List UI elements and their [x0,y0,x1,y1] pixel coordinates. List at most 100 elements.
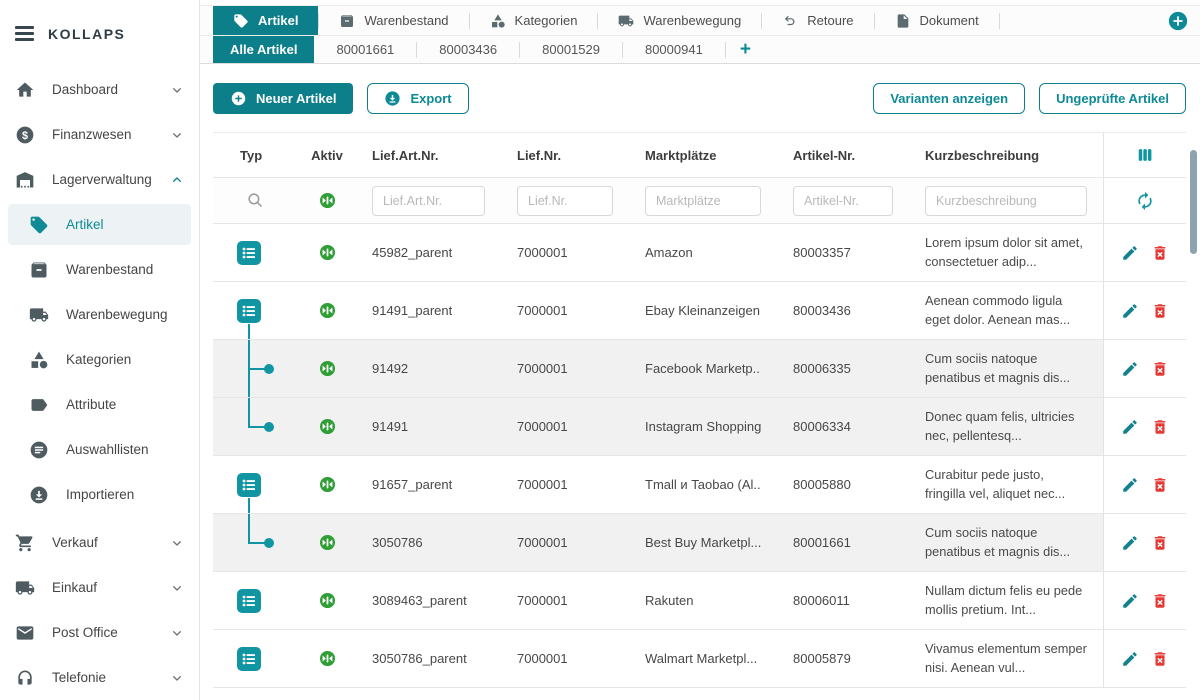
subtab-label: 80001661 [336,42,394,57]
delete-button[interactable] [1151,592,1169,610]
article-type-icon[interactable] [236,646,262,672]
sidebar-item-artikel[interactable]: Artikel [0,202,199,247]
tree-node-dot [264,364,274,374]
content: Neuer Artikel Export Varianten anzeigen … [200,64,1200,700]
sidebar-item-auswahllisten[interactable]: Auswahllisten [0,427,199,472]
kurzbeschreibung-value: Lorem ipsum dolor sit amet, consectetuer… [925,234,1087,271]
add-article-tab-button[interactable]: + [726,36,765,63]
subtab-label: 80003436 [439,42,497,57]
sidebar-item-post-office[interactable]: Post Office [0,610,199,655]
subtab-80001661[interactable]: 80001661 [314,36,416,63]
kurzbeschreibung-cell: Curabitur pede justo, fringilla vel, ali… [909,456,1103,513]
tab-separator [999,13,1000,29]
marktplaetze-cell: Rakuten [629,572,777,629]
marktplaetze-cell: Instagram Shopping [629,398,777,455]
tab-warenbestand[interactable]: Warenbestand [319,6,468,35]
search-icon[interactable] [246,191,265,210]
sidebar-item-label: Einkauf [52,580,97,595]
article-type-icon[interactable] [236,240,262,266]
delete-button[interactable] [1151,650,1169,668]
lief-nr-value: 7000001 [517,361,568,376]
export-button[interactable]: Export [367,83,468,114]
filter-input-kurzbeschreibung[interactable] [925,186,1087,216]
lief-nr-value: 7000001 [517,419,568,434]
tab-kategorien[interactable]: Kategorien [470,6,598,35]
typ-cell [213,340,298,397]
marktplaetze-value: Best Buy Marketpl... [645,535,761,550]
show-variants-button[interactable]: Varianten anzeigen [873,83,1025,114]
column-settings-icon[interactable] [1135,145,1155,165]
sidebar-item-telefonie[interactable]: Telefonie [0,655,199,700]
filter-input-lief-art-nr[interactable] [372,186,485,216]
subtab-alle-artikel[interactable]: Alle Artikel [213,36,314,63]
kurzbeschreibung-value: Cum sociis natoque penatibus et magnis d… [925,524,1087,561]
article-type-icon[interactable] [236,298,262,324]
tab-warenbewegung[interactable]: Warenbewegung [598,6,761,35]
unchecked-articles-button[interactable]: Ungeprüfte Artikel [1039,83,1186,114]
category-icon [490,13,506,29]
delete-button[interactable] [1151,476,1169,494]
menu-icon[interactable] [15,26,34,41]
artikel-nr-value: 80006334 [793,419,851,434]
list-circle-icon [29,440,49,460]
delete-button[interactable] [1151,360,1169,378]
edit-button[interactable] [1121,418,1139,436]
add-tab-button[interactable] [1167,10,1189,32]
article-type-icon[interactable] [236,472,262,498]
svg-text:$: $ [22,129,28,141]
table-row: 45982_parent 7000001 Amazon 80003357 Lor… [213,224,1186,282]
edit-button[interactable] [1121,302,1139,320]
sidebar-item-finanzwesen[interactable]: $Finanzwesen [0,112,199,157]
sidebar-item-verkauf[interactable]: Verkauf [0,520,199,565]
sidebar-item-lagerverwaltung[interactable]: Lagerverwaltung [0,157,199,202]
return-icon [782,13,798,29]
column-header-artikel-nr: Artikel-Nr. [777,133,909,177]
edit-button[interactable] [1121,592,1139,610]
delete-button[interactable] [1151,302,1169,320]
sidebar-item-warenbestand[interactable]: Warenbestand [0,247,199,292]
kurzbeschreibung-value: Curabitur pede justo, fringilla vel, ali… [925,466,1087,503]
marktplaetze-value: Rakuten [645,593,693,608]
subtab-80000941[interactable]: 80000941 [623,36,725,63]
refresh-icon[interactable] [1135,191,1155,211]
tree-connector [248,542,265,544]
edit-button[interactable] [1121,650,1139,668]
sidebar-item-attribute[interactable]: Attribute [0,382,199,427]
sidebar-item-dashboard[interactable]: Dashboard [0,67,199,112]
delete-button[interactable] [1151,534,1169,552]
sidebar-item-einkauf[interactable]: Einkauf [0,565,199,610]
aktiv-cell [298,572,356,629]
active-filter-icon[interactable] [318,191,337,210]
article-type-icon[interactable] [236,588,262,614]
column-header-lief-art-nr: Lief.Art.Nr. [356,133,501,177]
typ-cell [213,398,298,455]
filter-input-marktpl-tze[interactable] [645,186,761,216]
filter-input-lief-nr[interactable] [517,186,613,216]
edit-button[interactable] [1121,476,1139,494]
delete-button[interactable] [1151,418,1169,436]
aktiv-cell [298,340,356,397]
new-article-button[interactable]: Neuer Artikel [213,83,353,114]
mail-icon [15,623,35,643]
sidebar-item-kategorien[interactable]: Kategorien [0,337,199,382]
lief-nr-value: 7000001 [517,651,568,666]
sidebar-item-importieren[interactable]: Importieren [0,472,199,517]
filter-cell [356,178,501,223]
edit-button[interactable] [1121,360,1139,378]
marktplaetze-cell: Walmart Marketpl... [629,630,777,687]
delete-button[interactable] [1151,244,1169,262]
tab-dokument[interactable]: Dokument [875,6,999,35]
scrollbar-thumb[interactable] [1190,150,1197,254]
subtab-80003436[interactable]: 80003436 [417,36,519,63]
tab-artikel[interactable]: Artikel [213,6,318,35]
filter-input-artikel-nr[interactable] [793,186,893,216]
sidebar-item-warenbewegung[interactable]: Warenbewegung [0,292,199,337]
edit-button[interactable] [1121,534,1139,552]
subtab-80001529[interactable]: 80001529 [520,36,622,63]
table-filter-row [213,178,1186,224]
tab-retoure[interactable]: Retoure [762,6,873,35]
chevron-down-icon [169,625,185,641]
truck-icon [15,578,35,598]
lief-art-nr-cell: 91657_parent [356,456,501,513]
edit-button[interactable] [1121,244,1139,262]
